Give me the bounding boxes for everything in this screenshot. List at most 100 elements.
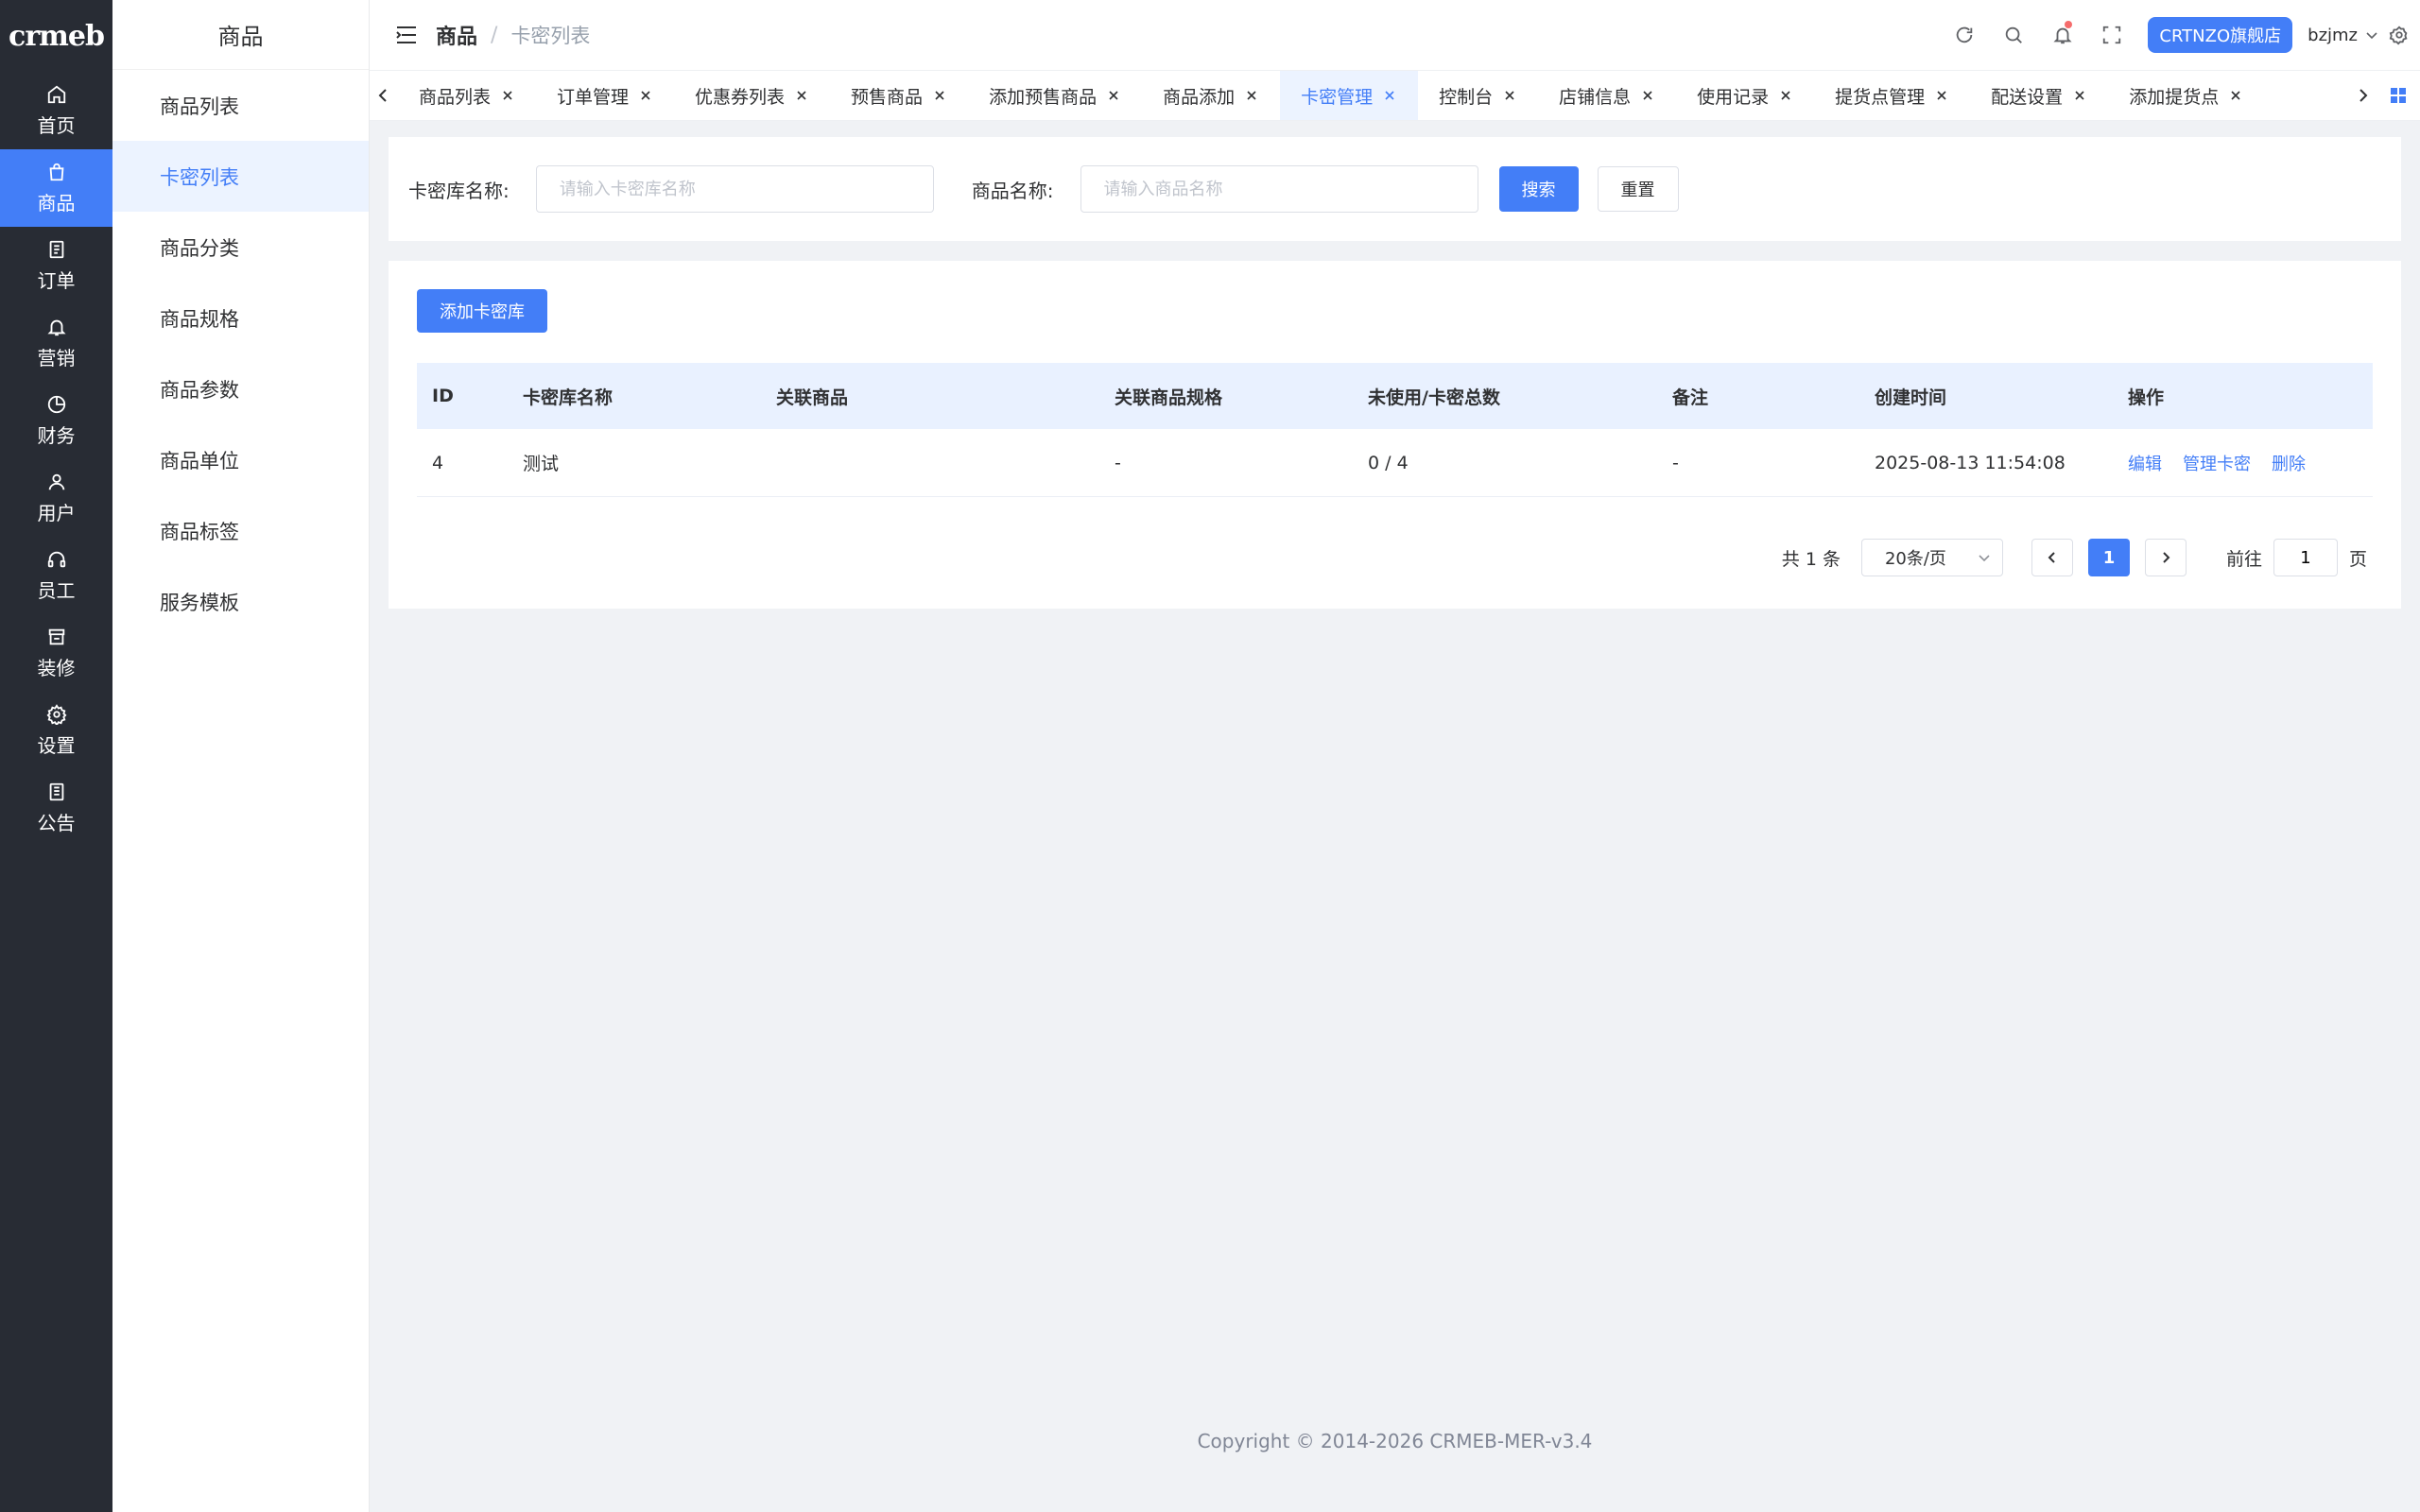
tab-item[interactable]: 预售商品: [830, 71, 968, 120]
notice-icon: [49, 782, 63, 800]
nav-user[interactable]: 用户: [0, 459, 112, 537]
store-button[interactable]: CRTNZO旗舰店: [2148, 17, 2293, 53]
product-submenu: 商品 商品列表 卡密列表 商品分类 商品规格 商品参数 商品单位 商品标签 服务…: [112, 0, 370, 1512]
tab-item[interactable]: 优惠券列表: [674, 71, 830, 120]
tab-item[interactable]: 店铺信息: [1538, 71, 1676, 120]
nav-staff[interactable]: 员工: [0, 537, 112, 614]
nav-label: 设置: [37, 733, 76, 757]
tab-label: 店铺信息: [1559, 86, 1632, 108]
fullscreen-icon[interactable]: [2087, 0, 2136, 70]
tabs-scroll-left-icon[interactable]: [370, 71, 398, 120]
nav-label: 员工: [37, 578, 76, 602]
close-icon[interactable]: [1244, 88, 1259, 103]
page-size-value: 20条/页: [1884, 549, 1946, 569]
delete-link[interactable]: 删除: [2272, 455, 2306, 474]
nav-label: 装修: [37, 656, 76, 679]
edit-link[interactable]: 编辑: [2128, 455, 2162, 474]
submenu-item-tags[interactable]: 商品标签: [112, 495, 369, 566]
nav-notice[interactable]: 公告: [0, 769, 112, 847]
search-icon[interactable]: [1989, 0, 2038, 70]
cell-remark: -: [1672, 452, 1679, 473]
close-icon[interactable]: [1382, 88, 1397, 103]
page-size-select[interactable]: 20条/页: [1860, 539, 2003, 576]
tab-item[interactable]: 使用记录: [1676, 71, 1814, 120]
submenu-item-category[interactable]: 商品分类: [112, 212, 369, 283]
submenu-item-spec[interactable]: 商品规格: [112, 283, 369, 353]
breadcrumb-parent[interactable]: 商品: [436, 20, 477, 50]
prev-page-button[interactable]: [2031, 539, 2073, 576]
tab-item[interactable]: 添加预售商品: [968, 71, 1142, 120]
close-icon[interactable]: [1934, 88, 1949, 103]
page-number-current[interactable]: 1: [2087, 539, 2130, 576]
search-button[interactable]: 搜索: [1498, 166, 1579, 212]
add-card-library-button[interactable]: 添加卡密库: [417, 289, 547, 333]
crmeb-logo[interactable]: crmeb: [0, 0, 112, 72]
user-menu[interactable]: bzjmz: [2308, 26, 2378, 45]
bell-icon: [46, 319, 66, 335]
refresh-icon[interactable]: [1940, 0, 1989, 70]
headset-icon: [47, 551, 65, 567]
lib-name-input[interactable]: [535, 165, 934, 213]
close-icon[interactable]: [2072, 88, 2087, 103]
tab-item[interactable]: 控制台: [1418, 71, 1538, 120]
tabs-scroll-right-icon[interactable]: [2348, 71, 2377, 120]
tabs-list: 商品列表 订单管理 优惠券列表 预售商品 添加预售商品 商品添加 卡密管理 控制台 店铺信息 使用…: [398, 71, 2348, 120]
tab-item[interactable]: 商品添加: [1142, 71, 1280, 120]
close-icon[interactable]: [794, 88, 809, 103]
close-icon[interactable]: [1640, 88, 1655, 103]
goto-page-input[interactable]: [2273, 539, 2338, 576]
nav-home[interactable]: 首页: [0, 72, 112, 149]
table-header: ID 卡密库名称 关联商品 关联商品规格 未使用/卡密总数 备注 创建时间 操作: [417, 363, 2373, 429]
search-card: 卡密库名称: 商品名称: 搜索 重置: [389, 137, 2401, 241]
tab-item[interactable]: 配送设置: [1970, 71, 2108, 120]
close-icon[interactable]: [500, 88, 515, 103]
cell-lib-name: 测试: [523, 454, 560, 474]
product-name-input[interactable]: [1080, 165, 1478, 213]
menu-toggle-icon[interactable]: [390, 19, 423, 51]
reset-button[interactable]: 重置: [1597, 166, 1679, 212]
tab-item[interactable]: 卡密管理: [1280, 71, 1419, 120]
manage-cards-link[interactable]: 管理卡密: [2183, 455, 2251, 474]
tab-item[interactable]: 提货点管理: [1814, 71, 1970, 120]
nav-marketing[interactable]: 营销: [0, 304, 112, 382]
submenu-item-card-list[interactable]: 卡密列表: [112, 141, 369, 212]
close-icon[interactable]: [2228, 88, 2243, 103]
close-icon[interactable]: [932, 88, 947, 103]
document-icon: [49, 240, 63, 258]
table-row: 4 测试 - 0 / 4 - 2025-08-13 11:54:08 编辑 管理卡…: [417, 429, 2373, 497]
tabs-menu-grid-icon[interactable]: [2377, 71, 2420, 120]
close-icon[interactable]: [1106, 88, 1121, 103]
pagination: 共 1 条 20条/页 1 前往 页: [1782, 539, 2367, 576]
tab-item[interactable]: 订单管理: [536, 71, 674, 120]
close-icon[interactable]: [1502, 88, 1517, 103]
next-page-button[interactable]: [2144, 539, 2187, 576]
chevron-down-icon: [2366, 32, 2377, 40]
close-icon[interactable]: [1778, 88, 1793, 103]
main-nav-rail: crmeb 首页 商品 订单 营销 财务 用户 员工 装修 设置 公告: [0, 0, 112, 1512]
username: bzjmz: [2308, 25, 2358, 45]
settings-gear-icon[interactable]: [2378, 0, 2420, 70]
page-suffix: 页: [2348, 548, 2367, 570]
card-library-table: ID 卡密库名称 关联商品 关联商品规格 未使用/卡密总数 备注 创建时间 操作…: [417, 363, 2373, 497]
header-lib-name: 卡密库名称: [523, 387, 614, 408]
tab-label: 配送设置: [1991, 86, 2064, 108]
pagination-total: 共 1 条: [1781, 548, 1841, 570]
submenu-title: 商品: [112, 0, 369, 70]
tabs-bar: 商品列表 订单管理 优惠券列表 预售商品 添加预售商品 商品添加 卡密管理 控制台 店铺信息 使用…: [370, 70, 2420, 121]
nav-order[interactable]: 订单: [0, 227, 112, 304]
header-actions: 操作: [2128, 387, 2165, 408]
breadcrumb-separator: /: [491, 23, 498, 47]
nav-finance[interactable]: 财务: [0, 382, 112, 459]
nav-product[interactable]: 商品: [0, 149, 112, 227]
nav-decorate[interactable]: 装修: [0, 614, 112, 692]
submenu-item-unit[interactable]: 商品单位: [112, 424, 369, 495]
close-icon[interactable]: [638, 88, 653, 103]
submenu-item-params[interactable]: 商品参数: [112, 353, 369, 424]
tab-item[interactable]: 商品列表: [398, 71, 536, 120]
nav-settings[interactable]: 设置: [0, 692, 112, 769]
tab-label: 商品添加: [1163, 86, 1236, 108]
submenu-item-service-template[interactable]: 服务模板: [112, 566, 369, 637]
submenu-item-product-list[interactable]: 商品列表: [112, 70, 369, 141]
tab-item[interactable]: 添加提货点: [2108, 71, 2264, 120]
notification-bell-icon[interactable]: [2038, 0, 2087, 70]
